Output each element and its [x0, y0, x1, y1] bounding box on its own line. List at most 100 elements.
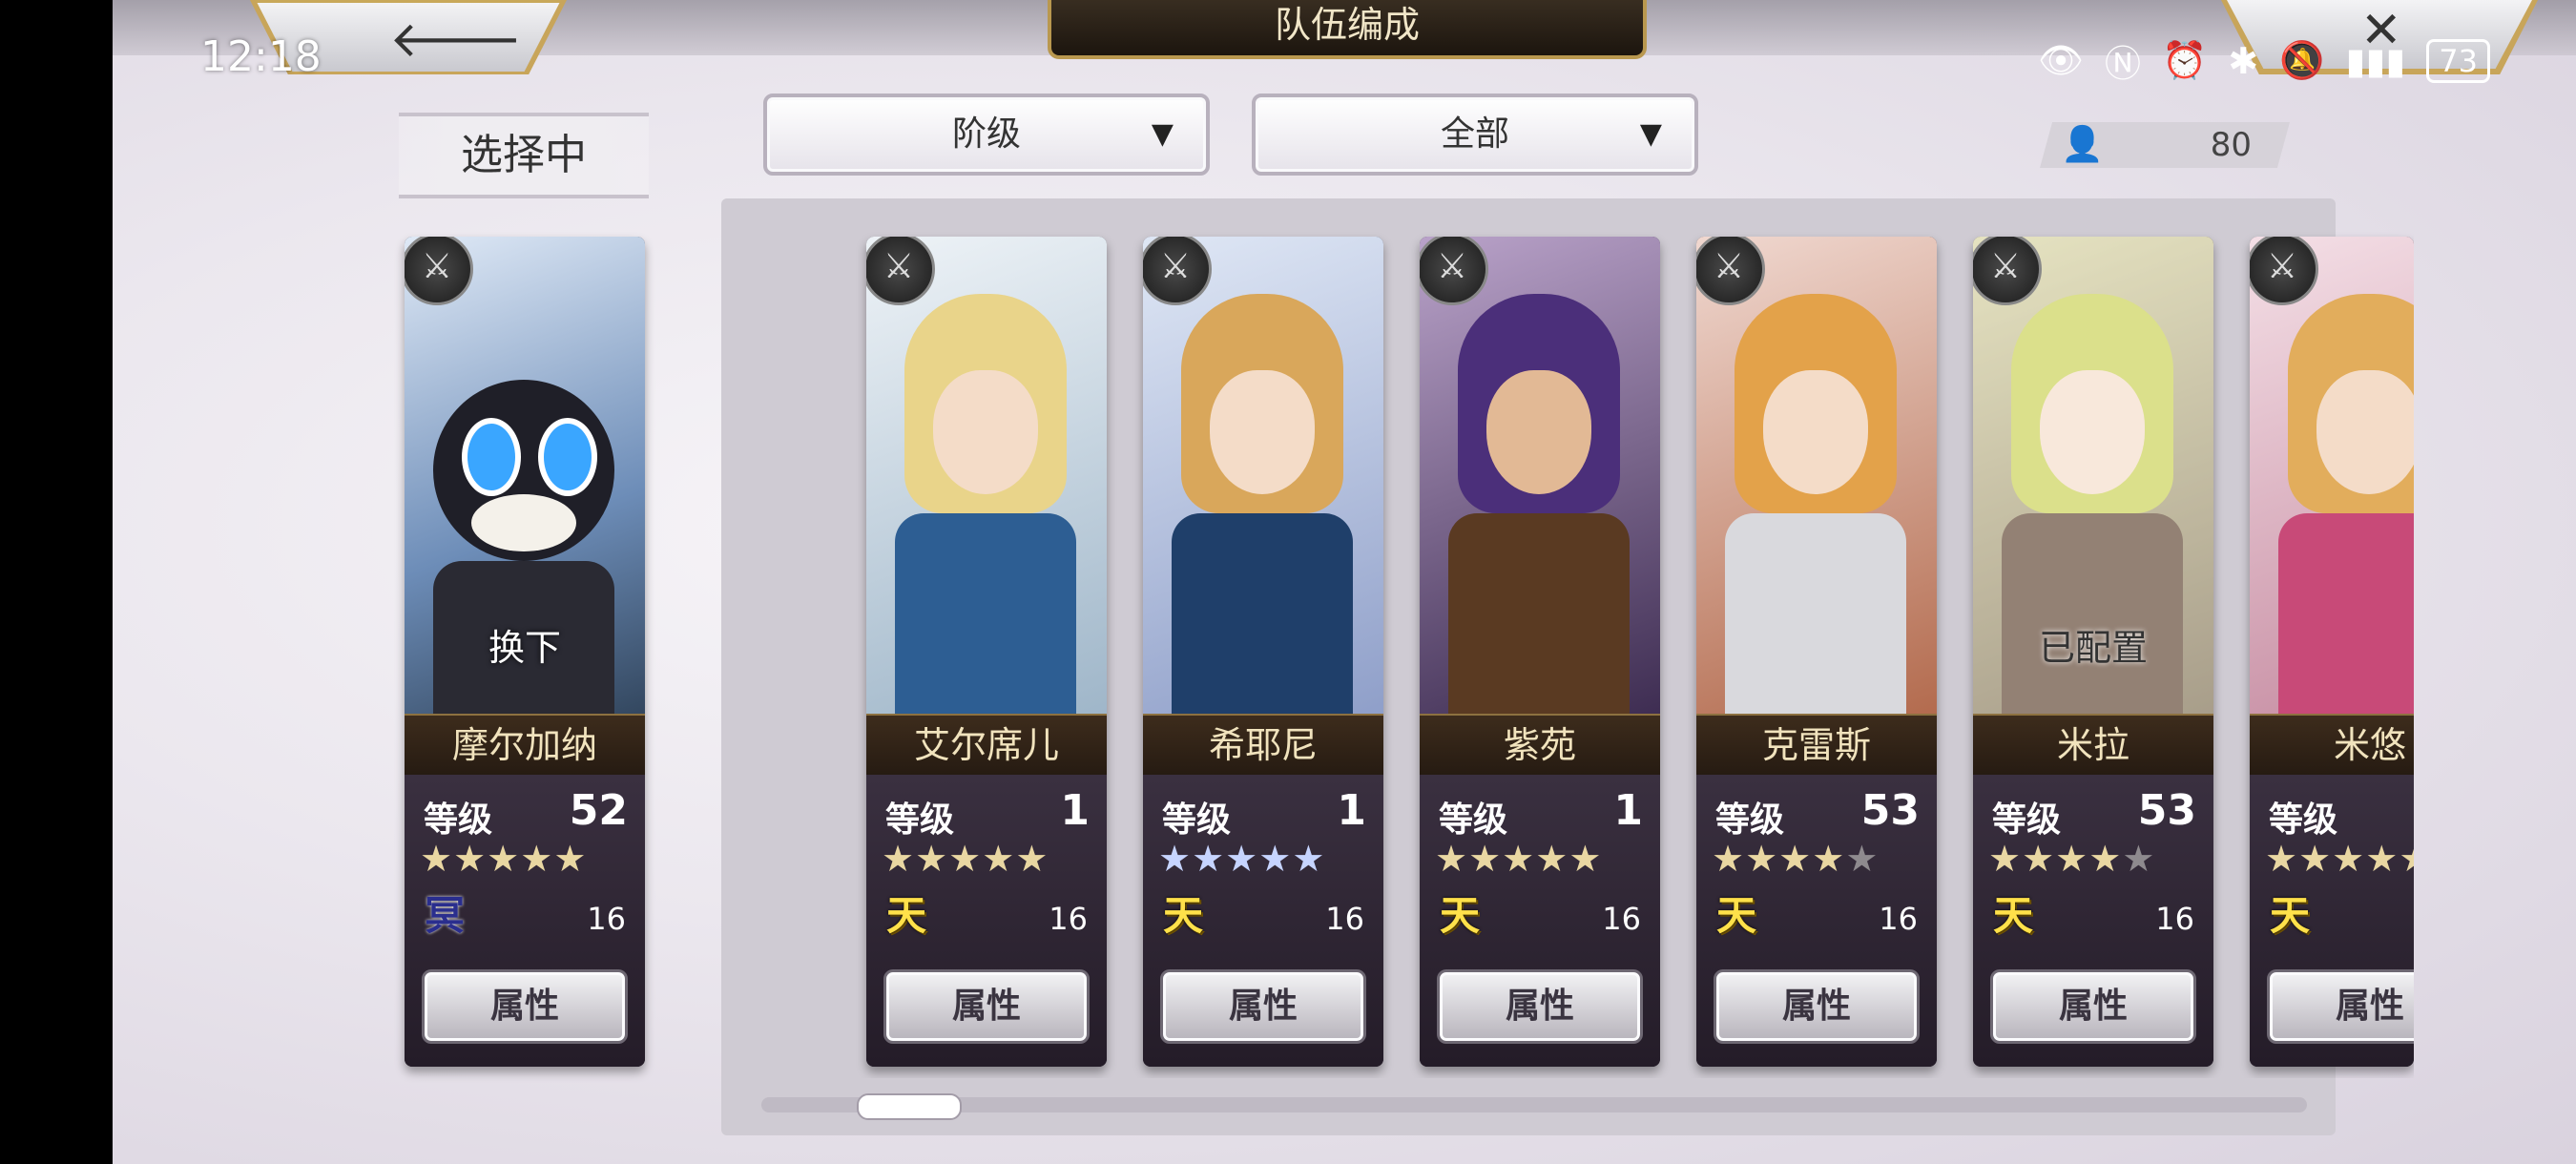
star-rating: ★★★★★ — [1712, 838, 1879, 880]
star-icon: ★ — [1435, 838, 1469, 880]
level-value: 52 — [569, 786, 628, 835]
star-icon: ★ — [1778, 838, 1813, 880]
rank-icon: 天 — [1715, 892, 1756, 939]
level-value: 53 — [1860, 786, 1920, 835]
star-rating: ★★★★★ — [1158, 838, 1325, 880]
character-stats: 等级 1 ★★★★★ 天 16 属性 — [866, 775, 1107, 1067]
page-title: 队伍编成 — [1048, 0, 1647, 59]
character-card[interactable]: ⚔ 克雷斯 等级 53 ★★★★★ 天 16 属性 — [1696, 237, 1937, 1067]
rank-filter-dropdown[interactable]: 阶级 ▼ — [763, 94, 1210, 176]
attributes-button[interactable]: 属性 — [422, 969, 628, 1044]
star-icon: ★ — [2055, 838, 2089, 880]
character-card[interactable]: ⚔ 艾尔席儿 等级 1 ★★★★★ 天 16 属性 — [866, 237, 1107, 1067]
star-empty-icon: ★ — [1845, 838, 1880, 880]
chevron-down-icon: ▼ — [1151, 117, 1174, 151]
attributes-button[interactable]: 属性 — [1714, 969, 1920, 1044]
character-stats: 等级 1 ★★★★★ 天 16 属性 — [1420, 775, 1660, 1067]
rank-number: 16 — [1602, 901, 1641, 937]
rank-icon: 天 — [1162, 892, 1203, 939]
attributes-button[interactable]: 属性 — [883, 969, 1090, 1044]
level-value: 1 — [1613, 786, 1643, 835]
character-stats: 等级 1 ★★★★★ 天 16 属性 — [1143, 775, 1383, 1067]
character-portrait — [866, 237, 1107, 714]
level-label: 等级 — [1715, 800, 1785, 840]
alarm-icon: ⏰ — [2162, 39, 2208, 81]
character-name: 米悠 — [2250, 714, 2414, 777]
category-filter-dropdown[interactable]: 全部 ▼ — [1252, 94, 1698, 176]
nfc-icon: Ⓝ — [2105, 43, 2142, 85]
star-icon: ★ — [1192, 838, 1226, 880]
star-icon: ★ — [2265, 838, 2299, 880]
character-name: 克雷斯 — [1696, 714, 1937, 777]
star-icon: ★ — [915, 838, 949, 880]
character-card[interactable]: 已配置 ⚔ 米拉 等级 53 ★★★★★ 天 16 属性 — [1973, 237, 2213, 1067]
member-count-value: 80 — [2210, 126, 2252, 164]
mute-icon: 🔕 — [2279, 39, 2325, 81]
star-icon: ★ — [520, 838, 554, 880]
rank-number: 16 — [1879, 901, 1918, 937]
character-card[interactable]: ⚔ 希耶尼 等级 1 ★★★★★ 天 16 属性 — [1143, 237, 1383, 1067]
attributes-button[interactable]: 属性 — [2267, 969, 2414, 1044]
character-card[interactable]: ⚔ 紫苑 等级 1 ★★★★★ 天 16 属性 — [1420, 237, 1660, 1067]
attributes-button[interactable]: 属性 — [1437, 969, 1643, 1044]
star-icon: ★ — [1292, 838, 1326, 880]
star-icon: ★ — [420, 838, 454, 880]
star-icon: ★ — [1988, 838, 2023, 880]
star-icon: ★ — [2399, 838, 2414, 880]
attributes-button[interactable]: 属性 — [1160, 969, 1366, 1044]
status-time: 12:18 — [200, 32, 322, 81]
assigned-label: 已配置 — [2038, 627, 2148, 669]
character-card[interactable]: ⚔ 米悠 等级 5 ★★★★★ 天 16 属性 — [2250, 237, 2414, 1067]
level-label: 等级 — [2269, 800, 2338, 840]
star-icon: ★ — [1158, 838, 1193, 880]
level-value: 53 — [2137, 786, 2196, 835]
rank-number: 16 — [1049, 901, 1088, 937]
level-label: 等级 — [1439, 800, 1508, 840]
star-icon: ★ — [1468, 838, 1503, 880]
star-icon: ★ — [1535, 838, 1569, 880]
star-icon: ★ — [1015, 838, 1049, 880]
character-name: 紫苑 — [1420, 714, 1660, 777]
character-portrait — [1420, 237, 1660, 714]
person-icon: 👤 — [2061, 125, 2104, 164]
level-label: 等级 — [885, 800, 955, 840]
star-icon: ★ — [948, 838, 983, 880]
selected-character-card[interactable]: 换下 ⚔ 摩尔加纳 等级 52 ★★★★★ 冥 16 属性 — [405, 237, 645, 1067]
star-icon: ★ — [453, 838, 488, 880]
star-icon: ★ — [882, 838, 916, 880]
rank-icon: 天 — [885, 892, 926, 939]
star-icon: ★ — [2332, 838, 2366, 880]
star-icon: ★ — [1712, 838, 1746, 880]
swap-out-label: 换下 — [488, 627, 561, 669]
character-stats: 等级 5 ★★★★★ 天 16 属性 — [2250, 775, 2414, 1067]
rank-number: 16 — [2155, 901, 2194, 937]
arrow-left-icon: 🡐 — [389, 11, 523, 69]
member-count: 👤 80 — [2040, 122, 2290, 168]
category-filter-value: 全部 — [1440, 114, 1509, 154]
character-name: 艾尔席儿 — [866, 714, 1107, 777]
star-icon: ★ — [1258, 838, 1293, 880]
list-scrollbar-thumb[interactable] — [857, 1093, 962, 1120]
game-screen: 🡐 ✕ 12:18 👁 Ⓝ ⏰ ✱ 🔕 ▮▮▮ 73 队伍编成 选择中 阶级 ▼… — [113, 0, 2576, 1164]
character-stats: 等级 52 ★★★★★ 冥 16 属性 — [405, 775, 645, 1067]
level-value: 1 — [1337, 786, 1366, 835]
star-icon: ★ — [1745, 838, 1779, 880]
rank-filter-value: 阶级 — [951, 114, 1021, 154]
star-rating: ★★★★★ — [420, 838, 587, 880]
chevron-down-icon: ▼ — [1639, 117, 1662, 151]
star-icon: ★ — [2088, 838, 2123, 880]
eye-icon: 👁 — [2037, 39, 2085, 81]
selecting-label: 选择中 — [399, 113, 649, 198]
star-rating: ★★★★★ — [2265, 838, 2414, 880]
status-icons: 👁 Ⓝ ⏰ ✱ 🔕 ▮▮▮ 73 — [2038, 34, 2490, 87]
star-icon: ★ — [1225, 838, 1259, 880]
character-stats: 等级 53 ★★★★★ 天 16 属性 — [1973, 775, 2213, 1067]
star-icon: ★ — [1812, 838, 1846, 880]
star-icon: ★ — [487, 838, 521, 880]
attributes-button[interactable]: 属性 — [1990, 969, 2196, 1044]
level-value: 1 — [1060, 786, 1090, 835]
character-name: 希耶尼 — [1143, 714, 1383, 777]
list-scrollbar-track[interactable] — [761, 1097, 2307, 1112]
star-icon: ★ — [2365, 838, 2399, 880]
rank-icon: 天 — [1439, 892, 1480, 939]
